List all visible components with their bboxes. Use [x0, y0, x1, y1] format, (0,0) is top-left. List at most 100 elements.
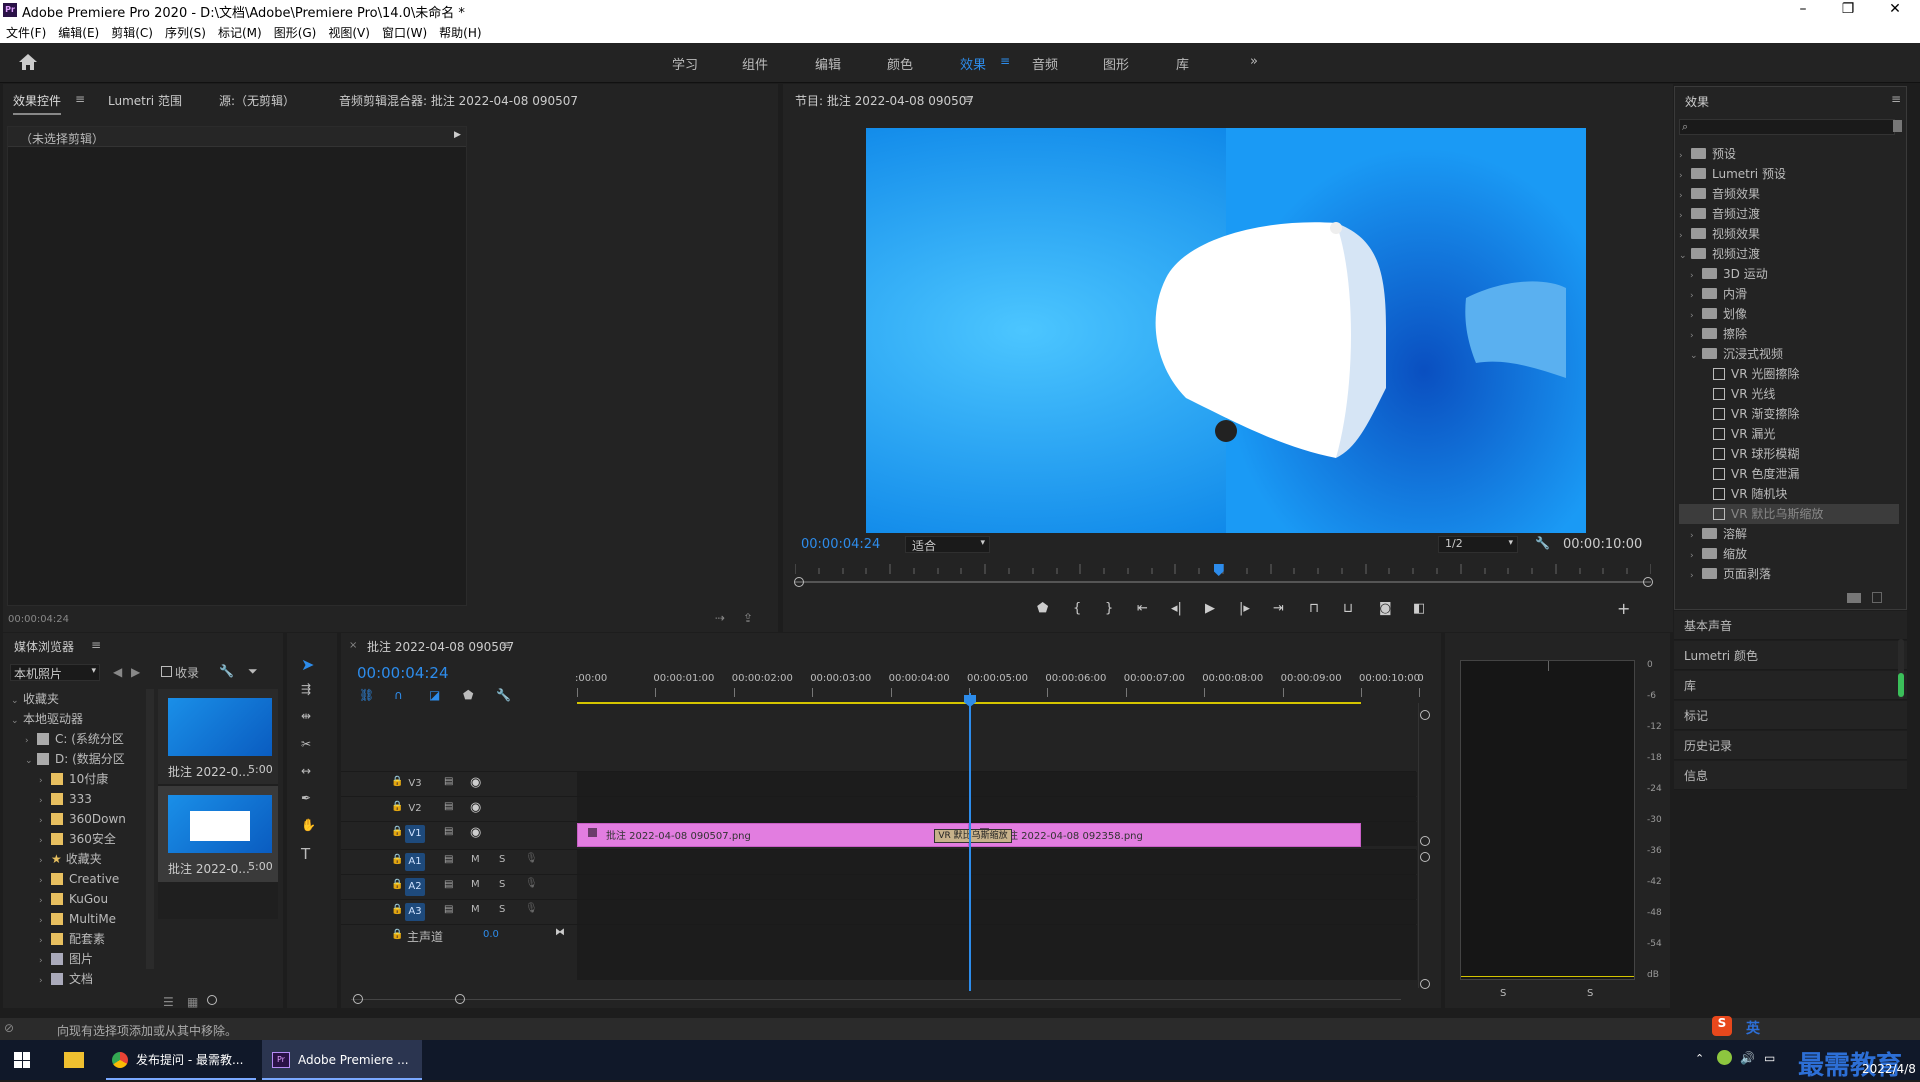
- chevron-right-icon[interactable]: ›: [39, 811, 51, 831]
- chevron-down-icon[interactable]: ⌄: [1690, 346, 1702, 366]
- effects-folder[interactable]: › 内滑: [1679, 284, 1899, 304]
- chevron-right-icon[interactable]: ›: [39, 951, 51, 971]
- chevron-right-icon[interactable]: ›: [1690, 546, 1702, 566]
- chevron-right-icon[interactable]: ›: [1679, 186, 1691, 206]
- eye-icon[interactable]: ◉: [470, 775, 481, 790]
- track-select-tool-icon[interactable]: ⇶: [301, 682, 311, 696]
- media-tree-item[interactable]: › C: (系统分区: [11, 729, 151, 749]
- type-tool-icon[interactable]: T: [301, 845, 310, 863]
- media-tree-item[interactable]: › ★ 收藏夹: [11, 849, 151, 869]
- effects-folder[interactable]: › 缩放: [1679, 544, 1899, 564]
- tray-app-icon[interactable]: [1717, 1050, 1732, 1065]
- effects-item[interactable]: VR 光线: [1679, 384, 1899, 404]
- add-marker-icon[interactable]: ⬟: [463, 688, 473, 702]
- close-tab-icon[interactable]: ×: [349, 640, 357, 651]
- location-dropdown[interactable]: 本机照片 ▾: [10, 664, 100, 681]
- workspace-tab-6[interactable]: 图形: [1103, 54, 1129, 73]
- track-sync-icon[interactable]: ▤: [444, 776, 453, 787]
- effects-folder[interactable]: › 音频过渡: [1679, 204, 1899, 224]
- track-sync-icon[interactable]: ▤: [444, 879, 453, 890]
- extract-icon[interactable]: ⊔: [1343, 601, 1353, 616]
- media-tree-item[interactable]: › 图片: [11, 949, 151, 969]
- razor-tool-icon[interactable]: ✂: [301, 737, 311, 751]
- media-tree-item[interactable]: › 360Down: [11, 809, 151, 829]
- maximize-button[interactable]: ❐: [1825, 1, 1871, 17]
- chevron-right-icon[interactable]: ›: [1679, 166, 1691, 186]
- solo-button[interactable]: S: [499, 854, 505, 865]
- menu-markers[interactable]: 标记(M): [212, 21, 268, 44]
- chevron-right-icon[interactable]: ›: [39, 871, 51, 891]
- delete-icon[interactable]: [1872, 592, 1882, 603]
- workspace-tab-7[interactable]: 库: [1176, 54, 1189, 73]
- slip-tool-icon[interactable]: ↔: [301, 764, 311, 778]
- effects-folder[interactable]: › 3D 运动: [1679, 264, 1899, 284]
- effects-folder[interactable]: › 预设: [1679, 144, 1899, 164]
- track-target-V3[interactable]: V3: [405, 775, 425, 793]
- video-clip[interactable]: 批注 2022-04-08 090507.png: [577, 823, 969, 847]
- chevron-right-icon[interactable]: ›: [25, 731, 37, 751]
- list-view-icon[interactable]: ☰: [163, 995, 174, 1009]
- linked-selection-icon[interactable]: ◪: [429, 688, 440, 702]
- program-current-timecode[interactable]: 00:00:04:24: [801, 537, 880, 552]
- chevron-down-icon[interactable]: ⌄: [1679, 246, 1691, 266]
- step-back-icon[interactable]: ◂|: [1171, 601, 1182, 616]
- microphone-icon[interactable]: 🎙: [525, 878, 538, 889]
- track-lane[interactable]: [577, 772, 1417, 796]
- menu-sequence[interactable]: 序列(S): [159, 21, 212, 44]
- nest-toggle-icon[interactable]: ⛓: [359, 688, 374, 702]
- meter-solo-right[interactable]: S: [1587, 988, 1593, 999]
- workspace-tab-3[interactable]: 颜色: [887, 54, 913, 73]
- volume-icon[interactable]: 🔊: [1740, 1051, 1755, 1065]
- menu-help[interactable]: 帮助(H): [433, 21, 487, 44]
- timeline-settings-icon[interactable]: 🔧: [496, 688, 511, 702]
- side-panel-3[interactable]: 标记: [1674, 701, 1907, 730]
- tray-up-arrow-icon[interactable]: ⌃: [1695, 1052, 1704, 1065]
- effects-item[interactable]: VR 球形模糊: [1679, 444, 1899, 464]
- side-panel-1[interactable]: Lumetri 颜色: [1674, 641, 1907, 670]
- side-panel-0[interactable]: 基本声音: [1674, 611, 1907, 640]
- video-preview[interactable]: [866, 128, 1586, 533]
- menu-view[interactable]: 视图(V): [322, 21, 376, 44]
- fit-dropdown[interactable]: 适合 ▾: [905, 536, 990, 553]
- effects-menu-icon[interactable]: ≡: [1891, 92, 1901, 106]
- timeline-ruler[interactable]: :00:00 00:00:01:00 00:00:02:00 00:00:03:00 0…: [575, 673, 1424, 703]
- home-icon[interactable]: [18, 53, 38, 71]
- chevron-right-icon[interactable]: ›: [39, 831, 51, 851]
- go-to-in-icon[interactable]: ⇤: [1137, 601, 1148, 616]
- effects-item[interactable]: VR 光圈擦除: [1679, 364, 1899, 384]
- menu-window[interactable]: 窗口(W): [376, 21, 433, 44]
- chevron-right-icon[interactable]: ›: [1690, 266, 1702, 286]
- snap-magnet-icon[interactable]: ∩: [394, 688, 403, 702]
- track-target-A2[interactable]: A2: [405, 878, 425, 896]
- lift-icon[interactable]: ⊓: [1309, 601, 1319, 616]
- media-tree-item[interactable]: › 333: [11, 789, 151, 809]
- program-playhead[interactable]: [1213, 564, 1224, 576]
- effects-item[interactable]: VR 随机块: [1679, 484, 1899, 504]
- effects-folder[interactable]: › 擦除: [1679, 324, 1899, 344]
- tab-lumetri-scopes[interactable]: Lumetri 范围: [108, 92, 182, 109]
- track-lock-icon[interactable]: 🔒: [391, 879, 403, 890]
- track-lock-icon[interactable]: 🔒: [391, 929, 403, 940]
- taskbar-premiere[interactable]: Pr Adobe Premiere ...: [262, 1040, 422, 1080]
- menu-file[interactable]: 文件(F): [0, 21, 52, 44]
- workspace-more-button[interactable]: »: [1250, 54, 1258, 69]
- hscroll-handle-right[interactable]: [455, 994, 465, 1004]
- timeline-playhead[interactable]: [969, 693, 971, 991]
- effects-item[interactable]: VR 色度泄漏: [1679, 464, 1899, 484]
- effects-folder[interactable]: › 划像: [1679, 304, 1899, 324]
- track-lock-icon[interactable]: 🔒: [391, 776, 403, 787]
- mark-out-icon[interactable]: }: [1105, 601, 1113, 616]
- comparison-view-icon[interactable]: ◧: [1413, 601, 1425, 616]
- mute-button[interactable]: M: [471, 879, 480, 890]
- horizontal-scrollbar[interactable]: [351, 999, 1401, 1000]
- media-menu-icon[interactable]: ≡: [91, 638, 101, 652]
- menu-edit[interactable]: 编辑(E): [52, 21, 105, 44]
- chevron-right-icon[interactable]: ›: [39, 771, 51, 791]
- filter-icon[interactable]: ⇢: [715, 611, 725, 625]
- media-tree-item[interactable]: ⌄ 本地驱动器: [11, 709, 151, 729]
- media-tree-item[interactable]: ⌄ 收藏夹: [11, 689, 151, 709]
- chevron-right-icon[interactable]: ›: [1690, 286, 1702, 306]
- eye-icon[interactable]: ◉: [470, 800, 481, 815]
- go-to-out-icon[interactable]: ⇥: [1273, 601, 1284, 616]
- workspace-tab-5[interactable]: 音频: [1032, 54, 1058, 73]
